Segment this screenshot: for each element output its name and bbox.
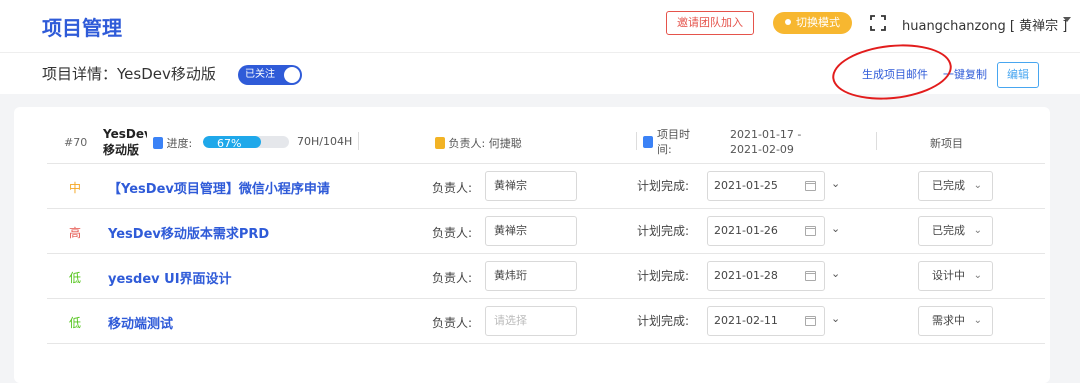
plan-label: 计划完成: (637, 269, 690, 283)
status-select[interactable]: 需求中 ⌄ (918, 306, 993, 336)
calendar-icon (805, 226, 816, 236)
progress-bar (203, 136, 289, 148)
switch-mode-label: 切换模式 (796, 16, 840, 29)
divider (358, 132, 359, 150)
status-value: 已完成 (932, 224, 965, 237)
user-menu[interactable]: huangchanzong [ 黄禅宗 ] (902, 15, 1067, 34)
task-name[interactable]: 移动端测试 (108, 313, 173, 332)
divider (636, 132, 637, 150)
task-name[interactable]: 【YesDev项目管理】微信小程序申请 (108, 178, 330, 197)
calendar-icon (805, 316, 816, 326)
project-number: #70 (64, 136, 88, 149)
project-time-label: 项目时间: (657, 128, 690, 156)
assignee-input[interactable]: 黄炜珩 (485, 261, 577, 291)
assignee-label: 负责人: (432, 226, 473, 240)
status-select[interactable]: 设计中 ⌄ (918, 261, 993, 291)
task-row: 低 yesdev UI界面设计 负责人: 黄炜珩 计划完成: 2021-01-2… (47, 254, 1045, 299)
assignee-label: 负责人: (432, 316, 473, 330)
app-title[interactable]: 项目管理 (42, 12, 122, 41)
task-row: 中 【YesDev项目管理】微信小程序申请 负责人: 黄禅宗 计划完成: 202… (47, 164, 1045, 209)
project-name[interactable]: YesDev移动版 (103, 126, 147, 158)
document-icon (643, 136, 653, 148)
status-value: 需求中 (932, 314, 965, 327)
calendar-icon (805, 181, 816, 191)
top-bar: 项目管理 邀请团队加入 切换模式 huangchanzong [ 黄禅宗 ] (0, 0, 1080, 52)
date-picker[interactable]: 2021-01-25 (707, 171, 825, 201)
status-select[interactable]: 已完成 ⌄ (918, 216, 993, 246)
plan-label: 计划完成: (637, 224, 690, 238)
chevron-down-icon[interactable]: ⌄ (831, 267, 840, 280)
task-row: 高 YesDev移动版本需求PRD 负责人: 黄禅宗 计划完成: 2021-01… (47, 209, 1045, 254)
calendar-icon (805, 271, 816, 281)
document-icon (435, 137, 445, 149)
assignee-input[interactable]: 黄禅宗 (485, 171, 577, 201)
plan-label: 计划完成: (637, 314, 690, 328)
progress-label: 进度: (166, 137, 193, 150)
chevron-down-icon[interactable]: ⌄ (831, 177, 840, 190)
project-summary-row: #70 YesDev移动版 进度: 67% 70H/104H 负责人: 何捷聪 … (47, 120, 1045, 164)
follow-label: 已关注 (245, 69, 275, 80)
plan-label: 计划完成: (637, 179, 690, 193)
assignee-label: 负责人: (432, 271, 473, 285)
date-value: 2021-02-11 (714, 314, 778, 327)
chevron-down-icon: ⌄ (973, 225, 982, 236)
progress-text: 67% (217, 137, 242, 150)
status-select[interactable]: 已完成 ⌄ (918, 171, 993, 201)
time-end: 2021-02-09 (730, 143, 794, 156)
project-owner: 负责人: 何捷聪 (435, 135, 522, 151)
task-name[interactable]: YesDev移动版本需求PRD (108, 223, 269, 242)
task-row: 低 移动端测试 负责人: 请选择 计划完成: 2021-02-11 ⌄ 需求中 ⌄ (47, 299, 1045, 344)
invite-team-button[interactable]: 邀请团队加入 (666, 11, 754, 35)
status-value: 设计中 (932, 269, 965, 282)
priority-badge: 高 (69, 226, 82, 240)
chevron-down-icon[interactable]: ⌄ (831, 222, 840, 235)
date-picker[interactable]: 2021-01-26 (707, 216, 825, 246)
priority-badge: 中 (69, 181, 82, 195)
chevron-down-icon[interactable] (1063, 17, 1071, 22)
chevron-down-icon: ⌄ (973, 180, 982, 191)
status-value: 已完成 (932, 179, 965, 192)
toggle-knob (284, 67, 300, 83)
progress-label-wrap: 进度: (153, 135, 192, 151)
dot-icon (785, 19, 791, 25)
fullscreen-icon[interactable] (870, 15, 886, 31)
priority-badge: 低 (69, 316, 82, 330)
hours: 70H/104H (297, 135, 353, 148)
divider (876, 132, 877, 150)
project-status: 新项目 (930, 137, 963, 150)
document-icon (153, 137, 163, 149)
assignee-input[interactable]: 黄禅宗 (485, 216, 577, 246)
task-name[interactable]: yesdev UI界面设计 (108, 268, 232, 287)
assignee-input[interactable]: 请选择 (485, 306, 577, 336)
date-value: 2021-01-25 (714, 179, 778, 192)
date-picker[interactable]: 2021-01-28 (707, 261, 825, 291)
assignee-label: 负责人: (432, 181, 473, 195)
time-start: 2021-01-17 - (730, 128, 802, 141)
date-picker[interactable]: 2021-02-11 (707, 306, 825, 336)
follow-toggle[interactable]: 已关注 (238, 65, 302, 85)
project-owner-text: 负责人: 何捷聪 (448, 137, 522, 150)
chevron-down-icon: ⌄ (973, 270, 982, 281)
date-value: 2021-01-26 (714, 224, 778, 237)
project-time-range: 2021-01-17 - 2021-02-09 (730, 127, 801, 157)
priority-badge: 低 (69, 271, 82, 285)
date-value: 2021-01-28 (714, 269, 778, 282)
edit-button[interactable]: 编辑 (997, 62, 1039, 88)
page-title: 项目详情：YesDev移动版 (42, 65, 216, 83)
chevron-down-icon[interactable]: ⌄ (831, 312, 840, 325)
switch-mode-button[interactable]: 切换模式 (773, 12, 852, 34)
chevron-down-icon: ⌄ (973, 315, 982, 326)
